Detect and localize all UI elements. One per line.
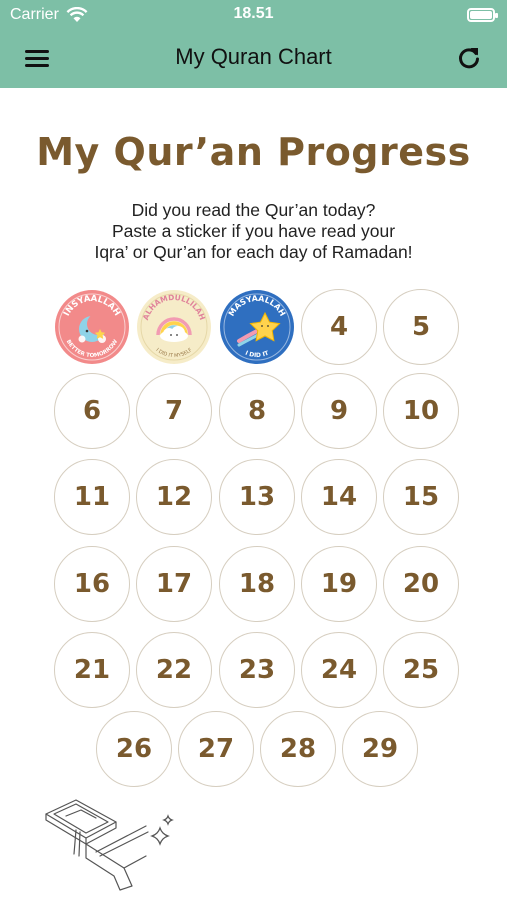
day-circle-29[interactable]: 29: [342, 711, 418, 787]
day-circle-17[interactable]: 17: [136, 546, 212, 622]
day-circle-16[interactable]: 16: [54, 546, 130, 622]
day-circle-15[interactable]: 15: [383, 459, 459, 535]
day-grid: INSYAALLAH BETTER TOMORROW ALHAMDULLILAH: [0, 0, 507, 900]
day-circle-10[interactable]: 10: [383, 373, 459, 449]
day-circle-28[interactable]: 28: [260, 711, 336, 787]
sticker-day-1[interactable]: INSYAALLAH BETTER TOMORROW: [54, 289, 130, 365]
day-circle-5[interactable]: 5: [383, 289, 459, 365]
day-circle-4[interactable]: 4: [301, 289, 377, 365]
day-circle-26[interactable]: 26: [96, 711, 172, 787]
day-circle-12[interactable]: 12: [136, 459, 212, 535]
quran-stand-illustration: [45, 799, 174, 891]
day-circle-14[interactable]: 14: [301, 459, 377, 535]
sparkle-icon: [150, 814, 174, 846]
sticker-day-3[interactable]: MASYAALLAH I DID IT: [219, 289, 295, 365]
day-circle-7[interactable]: 7: [136, 373, 212, 449]
sticker-day-2[interactable]: ALHAMDULLILAH I DID IT MYSELF: [136, 289, 212, 365]
day-circle-21[interactable]: 21: [54, 632, 130, 708]
day-circle-18[interactable]: 18: [219, 546, 295, 622]
day-circle-6[interactable]: 6: [54, 373, 130, 449]
day-circle-24[interactable]: 24: [301, 632, 377, 708]
day-circle-20[interactable]: 20: [383, 546, 459, 622]
day-circle-13[interactable]: 13: [219, 459, 295, 535]
day-circle-11[interactable]: 11: [54, 459, 130, 535]
day-circle-25[interactable]: 25: [383, 632, 459, 708]
day-circle-23[interactable]: 23: [219, 632, 295, 708]
day-circle-22[interactable]: 22: [136, 632, 212, 708]
day-circle-27[interactable]: 27: [178, 711, 254, 787]
day-circle-9[interactable]: 9: [301, 373, 377, 449]
rainbow-cloud-icon: [156, 317, 192, 342]
day-circle-19[interactable]: 19: [301, 546, 377, 622]
day-circle-8[interactable]: 8: [219, 373, 295, 449]
